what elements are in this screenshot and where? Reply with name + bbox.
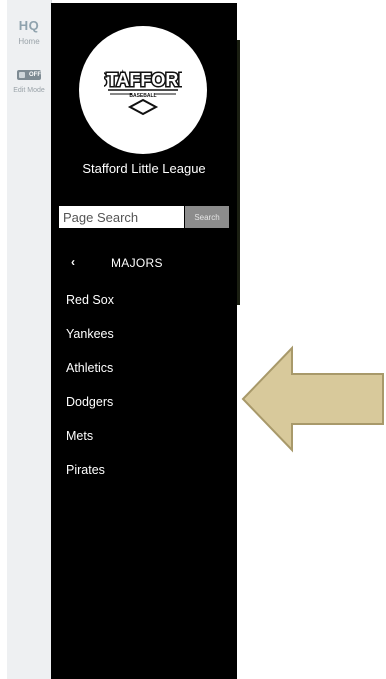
edit-mode-label: Edit Mode bbox=[13, 87, 45, 94]
edit-mode-toggle[interactable]: OFF bbox=[17, 70, 41, 80]
toggle-state: OFF bbox=[29, 72, 41, 78]
sidebar-edge-strip bbox=[237, 40, 240, 305]
team-list: Red Sox Yankees Athletics Dodgers Mets P… bbox=[66, 293, 226, 497]
logo-circle[interactable]: STAFFORD BASEBALL bbox=[79, 26, 207, 154]
team-item-athletics[interactable]: Athletics bbox=[66, 361, 226, 395]
team-item-mets[interactable]: Mets bbox=[66, 429, 226, 463]
team-item-red-sox[interactable]: Red Sox bbox=[66, 293, 226, 327]
section-title: MAJORS bbox=[111, 256, 163, 270]
toggle-knob bbox=[19, 72, 25, 78]
arrow-left-icon bbox=[241, 345, 384, 453]
logo-sub: BASEBALL bbox=[129, 93, 156, 99]
hq-admin-rail: HQ Home OFF Edit Mode bbox=[7, 0, 52, 679]
team-item-yankees[interactable]: Yankees bbox=[66, 327, 226, 361]
hq-home-link[interactable]: HQ bbox=[7, 18, 51, 33]
chevron-left-icon[interactable]: ‹ bbox=[71, 255, 75, 269]
section-header: ‹ MAJORS bbox=[65, 255, 225, 273]
site-sidebar: STAFFORD BASEBALL Stafford Little League… bbox=[51, 3, 237, 679]
team-item-pirates[interactable]: Pirates bbox=[66, 463, 226, 497]
hq-home-label: Home bbox=[18, 37, 40, 46]
search-input[interactable] bbox=[59, 206, 184, 228]
stafford-baseball-logo: STAFFORD BASEBALL bbox=[104, 69, 182, 116]
logo-word: STAFFORD bbox=[104, 70, 182, 90]
search-button[interactable]: Search bbox=[185, 206, 229, 228]
team-item-dodgers[interactable]: Dodgers bbox=[66, 395, 226, 429]
arrow-shape bbox=[241, 345, 384, 453]
league-name: Stafford Little League bbox=[82, 161, 206, 176]
page-search: Search bbox=[59, 206, 229, 228]
